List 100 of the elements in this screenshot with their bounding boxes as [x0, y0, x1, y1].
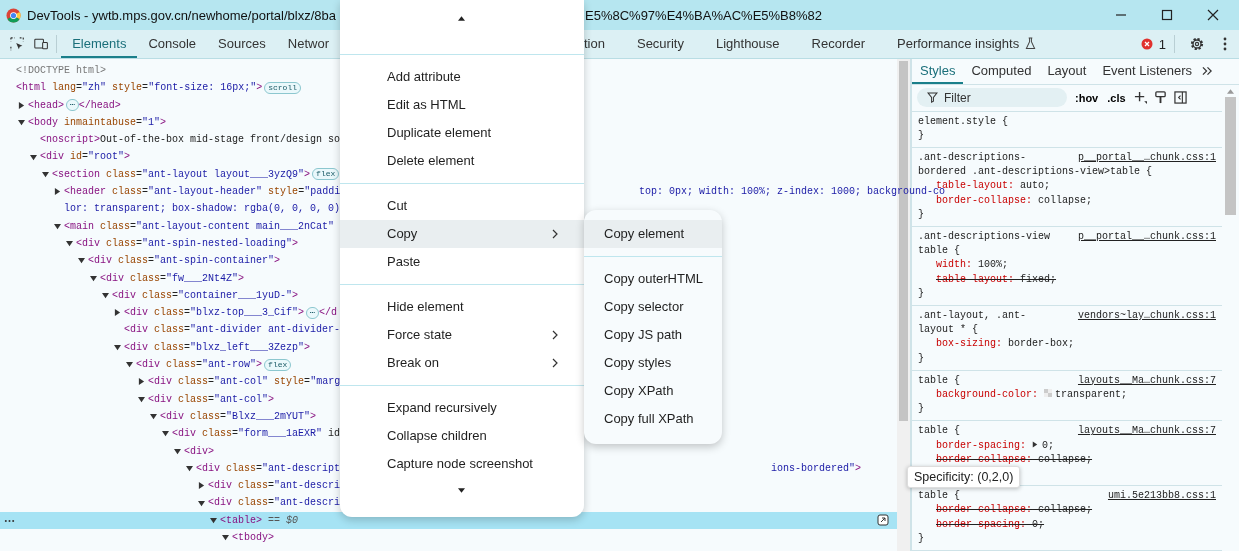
- menu-item[interactable]: Break on: [340, 349, 584, 377]
- menu-item[interactable]: Hide element: [340, 293, 584, 321]
- expand-triangle-icon[interactable]: [138, 378, 145, 386]
- menu-item[interactable]: Copy XPath: [584, 377, 722, 405]
- expand-triangle-icon[interactable]: [210, 516, 217, 524]
- plus-icon[interactable]: [1133, 91, 1147, 105]
- dom-node[interactable]: <div id="root">: [40, 148, 131, 166]
- dom-node[interactable]: <div class="ant-spin-container">: [88, 252, 281, 270]
- dom-node[interactable]: <div class="Blxz___2mYUT">: [160, 407, 317, 426]
- expand-triangle-icon[interactable]: [198, 499, 205, 507]
- menu-item[interactable]: Paste: [340, 248, 584, 276]
- expand-triangle-icon[interactable]: [18, 119, 25, 127]
- dom-node[interactable]: <!DOCTYPE html>: [16, 62, 106, 80]
- filter-field[interactable]: Filter: [917, 88, 1067, 108]
- menu-item[interactable]: Duplicate element: [340, 119, 584, 147]
- expand-triangle-icon[interactable]: [66, 240, 73, 248]
- select-element-icon[interactable]: [10, 36, 25, 52]
- expand-triangle-icon[interactable]: [198, 482, 205, 490]
- dom-node[interactable]: <div class="ant-descri: [208, 494, 341, 512]
- dom-node[interactable]: <div>: [184, 442, 214, 460]
- error-count[interactable]: 1: [1158, 36, 1166, 52]
- source-link[interactable]: layouts__Ma…chunk.css:7: [1077, 373, 1216, 388]
- css-declaration[interactable]: width: 100%;: [936, 259, 1009, 271]
- expand-triangle-icon[interactable]: [222, 534, 229, 542]
- expand-triangle-icon[interactable]: [114, 343, 121, 351]
- css-declaration[interactable]: background-color: transparent;: [936, 389, 1128, 400]
- expand-triangle-icon[interactable]: [78, 257, 85, 265]
- sidebar-tab[interactable]: Layout: [1039, 59, 1095, 84]
- expand-triangle-icon[interactable]: [42, 170, 49, 178]
- css-declaration[interactable]: border-collapse: collapse;: [936, 453, 1093, 465]
- scroll-down-icon[interactable]: [458, 488, 465, 493]
- dom-node[interactable]: <body inmaintabuse="1">: [28, 113, 167, 132]
- more-tabs-icon[interactable]: [1202, 66, 1214, 77]
- expand-triangle-icon[interactable]: [1032, 440, 1039, 448]
- expand-triangle-icon[interactable]: [174, 447, 181, 455]
- panel-tab[interactable]: tion: [573, 30, 616, 58]
- source-link[interactable]: p__portal__…chunk.css:1: [1077, 229, 1216, 245]
- dom-node[interactable]: <div class="ant-descri: [208, 477, 341, 495]
- menu-item[interactable]: Collapse children: [340, 422, 584, 450]
- expand-triangle-icon[interactable]: [150, 413, 157, 421]
- expand-triangle-icon[interactable]: [54, 188, 61, 196]
- color-swatch-icon[interactable]: [1044, 389, 1053, 397]
- dom-node[interactable]: <div class="ant-spin-nested-loading">: [76, 234, 299, 253]
- dom-node[interactable]: <head>: [28, 96, 64, 114]
- panel-tab[interactable]: Console: [137, 30, 208, 58]
- menu-item[interactable]: Copy JS path: [584, 321, 722, 349]
- menu-item[interactable]: Delete element: [340, 147, 584, 175]
- source-link[interactable]: umi.5e213bb8.css:1: [1107, 489, 1216, 504]
- menu-item[interactable]: Copy selector: [584, 293, 722, 321]
- expand-triangle-icon[interactable]: [126, 361, 133, 369]
- dom-node[interactable]: <div class="container___1yuD-">: [112, 286, 299, 305]
- expand-triangle-icon[interactable]: [18, 101, 25, 109]
- more-icon[interactable]: [4, 518, 15, 523]
- hover-state-button[interactable]: :hov: [1074, 91, 1100, 104]
- panel-tab[interactable]: Elements: [61, 30, 138, 58]
- menu-item[interactable]: Cut: [340, 192, 584, 220]
- dom-node[interactable]: <html lang="zh" style="font-size: 16px;">: [16, 79, 263, 97]
- class-button[interactable]: .cls: [1106, 91, 1127, 104]
- source-link[interactable]: p__portal__…chunk.css:1: [1077, 150, 1216, 166]
- source-link[interactable]: vendors~lay…chunk.css:1: [1077, 308, 1216, 324]
- sidebar-tab[interactable]: Event Listeners: [1094, 59, 1201, 84]
- panel-tab[interactable]: Security: [625, 30, 695, 58]
- dom-node[interactable]: <div class="blxz_left___3Zezp">: [124, 338, 311, 357]
- panel-tab[interactable]: Lighthouse: [704, 30, 791, 58]
- menu-item[interactable]: Force state: [340, 321, 584, 349]
- expand-triangle-icon[interactable]: [30, 153, 37, 161]
- dom-node[interactable]: <main class="ant-layout-content main___2nCat": [64, 217, 335, 235]
- panel-tab[interactable]: Performance insights: [886, 30, 1048, 58]
- css-declaration[interactable]: border-spacing: 0;: [936, 518, 1045, 530]
- expand-triangle-icon[interactable]: [54, 222, 61, 230]
- more-options-icon[interactable]: [1223, 37, 1227, 51]
- dom-node[interactable]: <div class="ant-col">: [148, 390, 275, 408]
- device-icon[interactable]: [34, 36, 49, 52]
- maximize-icon[interactable]: [1161, 9, 1173, 21]
- layout-badge[interactable]: ⋯: [66, 99, 79, 112]
- menu-item[interactable]: Copy: [340, 220, 584, 248]
- expand-triangle-icon[interactable]: [90, 274, 97, 282]
- dom-node[interactable]: <table>: [220, 511, 262, 529]
- menu-item[interactable]: Capture node screenshot: [340, 450, 584, 478]
- dom-node[interactable]: <div class="ant-col" style="marg: [148, 373, 341, 391]
- panel-tab[interactable]: Recorder: [800, 30, 877, 58]
- layout-badge[interactable]: ⋯: [306, 306, 319, 319]
- css-declaration[interactable]: table-layout: fixed;: [936, 273, 1057, 285]
- dom-node[interactable]: <div class="ant-row">: [136, 356, 263, 374]
- expand-triangle-icon[interactable]: [102, 292, 109, 299]
- dom-node[interactable]: <section class="ant-layout layout___3yzQ9">: [52, 165, 311, 184]
- dom-node[interactable]: <div class="ant-descript: [196, 459, 341, 478]
- menu-item[interactable]: Copy styles: [584, 349, 722, 377]
- layout-badge[interactable]: scroll: [264, 81, 301, 94]
- dom-node[interactable]: <tbody>: [232, 529, 274, 547]
- scrollbar-thumb[interactable]: [1225, 96, 1236, 215]
- panel-tab[interactable]: Networ: [276, 30, 340, 58]
- layout-badge[interactable]: flex: [312, 168, 340, 181]
- panel-tab[interactable]: Sources: [207, 30, 277, 58]
- css-declaration[interactable]: border-collapse: collapse;: [936, 504, 1093, 516]
- expand-triangle-icon[interactable]: [162, 430, 169, 438]
- css-declaration[interactable]: border-collapse: collapse;: [936, 194, 1093, 206]
- sidebar-toggle-icon[interactable]: [1173, 91, 1187, 105]
- css-declaration[interactable]: box-sizing: border-box;: [936, 338, 1075, 350]
- menu-item[interactable]: Expand recursively: [340, 394, 584, 422]
